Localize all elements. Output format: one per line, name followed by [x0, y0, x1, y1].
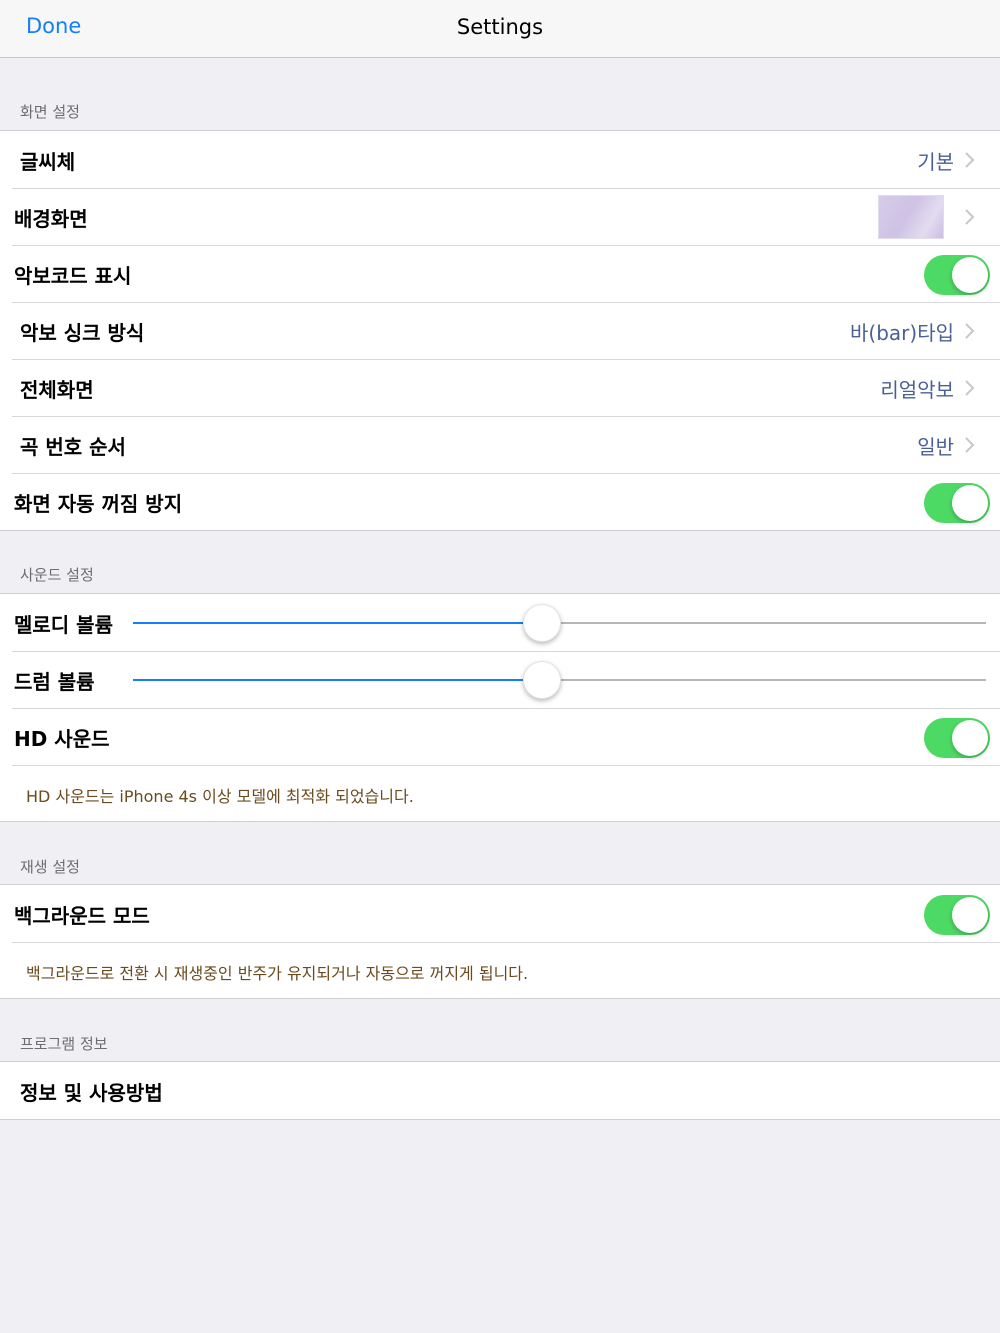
- auto-lock-toggle[interactable]: [924, 483, 990, 523]
- song-order-value: 일반: [917, 435, 954, 459]
- font-label: 글씨체: [20, 150, 76, 174]
- hd-sound-toggle[interactable]: [924, 718, 990, 758]
- font-value: 기본: [917, 150, 954, 174]
- hd-sound-note-row: HD 사운드는 iPhone 4s 이상 모델에 최적화 되었습니다.: [0, 765, 1000, 821]
- score-code-toggle[interactable]: [924, 255, 990, 295]
- page-title: Settings: [456, 15, 544, 39]
- background-mode-label: 백그라운드 모드: [14, 904, 150, 928]
- wallpaper-thumbnail: [878, 195, 944, 239]
- info-usage-label: 정보 및 사용방법: [20, 1081, 163, 1105]
- chevron-right-icon: [965, 380, 975, 396]
- drum-volume-row: 드럼 볼륨: [0, 651, 1000, 708]
- song-order-row[interactable]: 곡 번호 순서 일반: [0, 416, 1000, 473]
- fullscreen-row[interactable]: 전체화면 리얼악보: [0, 359, 1000, 416]
- chevron-right-icon: [965, 152, 975, 168]
- slider-handle[interactable]: [523, 661, 562, 699]
- section-header-display: 화면 설정: [20, 103, 80, 121]
- sync-mode-row[interactable]: 악보 싱크 방식 바(bar)타입: [0, 302, 1000, 359]
- section-header-sound: 사운드 설정: [20, 566, 94, 584]
- sync-mode-value: 바(bar)타입: [850, 321, 954, 345]
- hd-sound-row: HD 사운드: [0, 708, 1000, 765]
- toggle-knob: [952, 257, 988, 293]
- melody-volume-row: 멜로디 볼륨: [0, 594, 1000, 651]
- melody-volume-slider[interactable]: [133, 604, 986, 642]
- background-mode-toggle[interactable]: [924, 895, 990, 935]
- drum-volume-label: 드럼 볼륨: [14, 670, 95, 694]
- display-settings-group: 글씨체 기본 배경화면 악보코드 표시 악보 싱크 방식 바(bar)타입 전체…: [0, 130, 1000, 531]
- navigation-bar: Done Settings: [0, 0, 1000, 58]
- score-code-label: 악보코드 표시: [14, 264, 132, 288]
- chevron-right-icon: [965, 437, 975, 453]
- section-header-program: 프로그램 정보: [20, 1035, 108, 1053]
- sync-mode-label: 악보 싱크 방식: [20, 321, 145, 345]
- toggle-knob: [952, 720, 988, 756]
- chevron-right-icon: [965, 323, 975, 339]
- fullscreen-label: 전체화면: [20, 378, 94, 402]
- background-mode-note-row: 백그라운드로 전환 시 재생중인 반주가 유지되거나 자동으로 꺼지게 됩니다.: [0, 942, 1000, 998]
- toggle-knob: [952, 485, 988, 521]
- auto-lock-label: 화면 자동 꺼짐 방지: [14, 492, 183, 516]
- score-code-row: 악보코드 표시: [0, 245, 1000, 302]
- slider-handle[interactable]: [523, 604, 562, 642]
- sound-settings-group: 멜로디 볼륨 드럼 볼륨 HD 사운드 HD 사운드는 iPhone 4s 이상…: [0, 593, 1000, 822]
- font-row[interactable]: 글씨체 기본: [0, 131, 1000, 188]
- auto-lock-row: 화면 자동 꺼짐 방지: [0, 473, 1000, 530]
- playback-settings-group: 백그라운드 모드 백그라운드로 전환 시 재생중인 반주가 유지되거나 자동으로…: [0, 884, 1000, 999]
- section-header-playback: 재생 설정: [20, 858, 80, 876]
- melody-volume-label: 멜로디 볼륨: [14, 613, 113, 637]
- slider-fill: [133, 679, 543, 681]
- wallpaper-label: 배경화면: [14, 207, 88, 231]
- hd-sound-note: HD 사운드는 iPhone 4s 이상 모델에 최적화 되었습니다.: [26, 787, 414, 806]
- hd-sound-label: HD 사운드: [14, 727, 110, 751]
- program-info-group: 정보 및 사용방법: [0, 1061, 1000, 1120]
- slider-fill: [133, 622, 543, 624]
- toggle-knob: [952, 897, 988, 933]
- fullscreen-value: 리얼악보: [880, 378, 954, 402]
- background-mode-note: 백그라운드로 전환 시 재생중인 반주가 유지되거나 자동으로 꺼지게 됩니다.: [26, 964, 529, 983]
- drum-volume-slider[interactable]: [133, 661, 986, 699]
- background-mode-row: 백그라운드 모드: [0, 885, 1000, 942]
- info-usage-row[interactable]: 정보 및 사용방법: [0, 1062, 1000, 1119]
- chevron-right-icon: [965, 209, 975, 225]
- wallpaper-row[interactable]: 배경화면: [0, 188, 1000, 245]
- song-order-label: 곡 번호 순서: [20, 435, 126, 459]
